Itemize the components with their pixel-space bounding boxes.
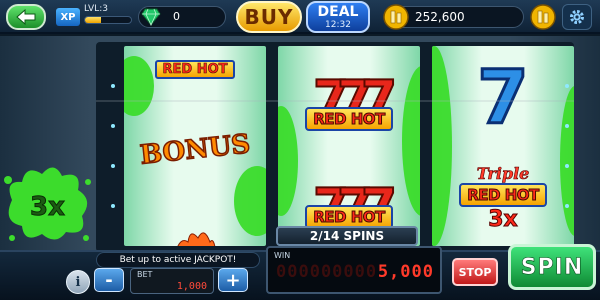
coin-count: 252,600: [415, 10, 465, 24]
reel-2: 7 7 7 RED HOT 7 7 7 RED HOT: [278, 46, 420, 246]
reel-frame: RED HOT BONUS 7 7 7 RED HOT RED HOT 7 Tr…: [96, 42, 574, 252]
reel-lights: [111, 84, 115, 208]
coin-stack-icon: [383, 4, 409, 30]
level-label: LVL:3: [84, 4, 108, 14]
win-display-background-digits: 000000000: [276, 262, 378, 282]
free-spins-counter: 2/14 SPINS: [276, 226, 418, 246]
deal-button[interactable]: DEAL 12:32: [306, 1, 370, 33]
reel-3-symbol-top: 7: [432, 55, 574, 141]
reel-lights: [565, 84, 569, 208]
bet-value: 1,000: [176, 281, 207, 292]
gem-balance[interactable]: 0: [138, 6, 226, 28]
gear-icon: [570, 10, 584, 24]
bonus-symbol: BONUS: [138, 129, 252, 172]
reel-1: RED HOT BONUS: [124, 46, 266, 246]
reel-1-symbol-middle: BONUS: [124, 122, 266, 178]
reel-3-symbol-bottom: Triple RED HOT 3x: [432, 158, 574, 238]
payline: [96, 100, 574, 102]
win-value: 5,000: [377, 262, 434, 282]
deal-timer: 12:32: [325, 20, 351, 30]
arrow-left-icon: [16, 9, 36, 25]
blue-seven-symbol: 7: [476, 55, 530, 141]
top-bar: XP LVL:3 0 BUY DEAL 12:32 252,600: [0, 0, 600, 34]
triple-label: Triple: [476, 164, 530, 184]
red-hot-logo: RED HOT: [155, 59, 235, 79]
info-button[interactable]: i: [66, 270, 90, 294]
deal-label: DEAL: [317, 4, 359, 20]
jackpot-message: Bet up to active JACKPOT!: [96, 252, 260, 268]
increase-bet-button[interactable]: +: [218, 268, 248, 292]
xp-badge: XP: [56, 8, 80, 26]
xp-progress-fill: [85, 17, 102, 23]
coin-shop-icon[interactable]: [530, 4, 556, 30]
stop-button[interactable]: STOP: [452, 258, 498, 286]
reel-1-symbol-top: RED HOT: [124, 56, 266, 82]
gem-count: 0: [173, 10, 180, 23]
coin-balance[interactable]: 252,600: [383, 4, 524, 30]
red-hot-logo: RED HOT: [459, 183, 547, 207]
win-display: WIN 000000000 5,000: [266, 246, 442, 294]
xp-progress-bar: [84, 16, 132, 24]
bet-display: BET 1,000: [130, 268, 214, 294]
reel-2-bottom-label: RED HOT: [278, 205, 420, 229]
reel-2-top-label: RED HOT: [278, 107, 420, 131]
back-button[interactable]: [6, 4, 46, 30]
decrease-bet-button[interactable]: -: [94, 268, 124, 292]
spin-button[interactable]: SPIN: [508, 244, 596, 290]
win-label: WIN: [274, 251, 291, 260]
buy-button[interactable]: BUY: [236, 1, 302, 33]
multiplier-label: 3x: [488, 207, 518, 233]
splash-multiplier: 3x: [30, 192, 66, 223]
settings-button[interactable]: [562, 4, 592, 30]
gem-icon: [141, 8, 161, 26]
flame-icon: [177, 232, 216, 246]
reel-1-symbol-bottom: [124, 224, 266, 246]
reel-3: 7 Triple RED HOT 3x: [432, 46, 574, 246]
bet-label: BET: [137, 270, 153, 279]
red-hot-logo: RED HOT: [305, 107, 393, 131]
